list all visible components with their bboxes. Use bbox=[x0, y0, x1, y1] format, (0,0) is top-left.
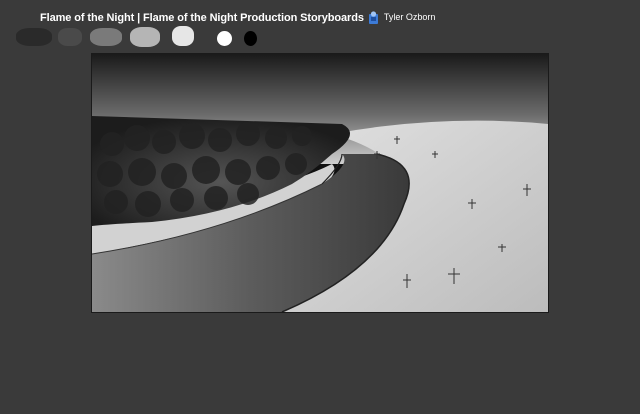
brush-swatch-lightest[interactable] bbox=[172, 26, 194, 46]
avatar-icon bbox=[368, 10, 378, 24]
brush-swatch-dark[interactable] bbox=[58, 28, 82, 46]
brush-swatch-darkest[interactable] bbox=[16, 28, 52, 46]
brush-swatch-mid[interactable] bbox=[90, 28, 122, 46]
user-name: Tyler Ozborn bbox=[383, 12, 436, 22]
brush-swatch-light[interactable] bbox=[130, 27, 160, 47]
user-info[interactable]: Tyler Ozborn bbox=[368, 10, 436, 24]
page-title: Flame of the Night | Flame of the Night … bbox=[40, 12, 364, 24]
brush-palette bbox=[14, 24, 274, 50]
storyboard-panel-river-landscape-icon bbox=[92, 54, 548, 312]
color-swatch-black[interactable] bbox=[244, 31, 257, 46]
color-swatch-white[interactable] bbox=[217, 31, 232, 46]
storyboard-panel bbox=[91, 53, 549, 313]
